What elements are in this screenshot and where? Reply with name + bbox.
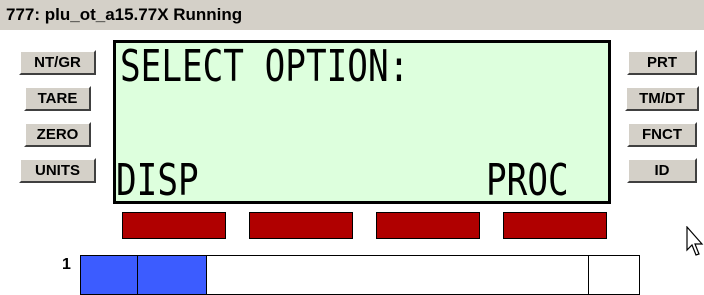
units-button[interactable]: UNITS [19, 158, 96, 183]
mouse-cursor-icon [686, 226, 704, 256]
id-button[interactable]: ID [627, 158, 697, 183]
lcd-prompt: SELECT OPTION: [120, 41, 410, 92]
lcd-display: SELECT OPTION: DISP PROC [113, 40, 611, 204]
status-segment-2 [138, 256, 207, 294]
softkey-3[interactable] [376, 212, 480, 239]
row-number: 1 [62, 256, 71, 273]
net-gross-button[interactable]: NT/GR [19, 50, 96, 75]
tare-button[interactable]: TARE [24, 86, 91, 111]
softkey-1[interactable] [122, 212, 226, 239]
softkey-2[interactable] [249, 212, 353, 239]
status-segment-1 [81, 256, 138, 294]
function-button[interactable]: FNCT [627, 122, 697, 147]
window-title: 777: plu_ot_a15.77X Running [0, 0, 704, 30]
softkey-4[interactable] [503, 212, 607, 239]
zero-button[interactable]: ZERO [24, 122, 91, 147]
time-date-button[interactable]: TM/DT [625, 86, 699, 111]
lcd-softkey-label-disp: DISP [116, 155, 199, 206]
status-bar [80, 255, 640, 295]
print-button[interactable]: PRT [627, 50, 697, 75]
lcd-softkey-label-proc: PROC [486, 155, 569, 206]
status-segment-empty [588, 256, 589, 294]
